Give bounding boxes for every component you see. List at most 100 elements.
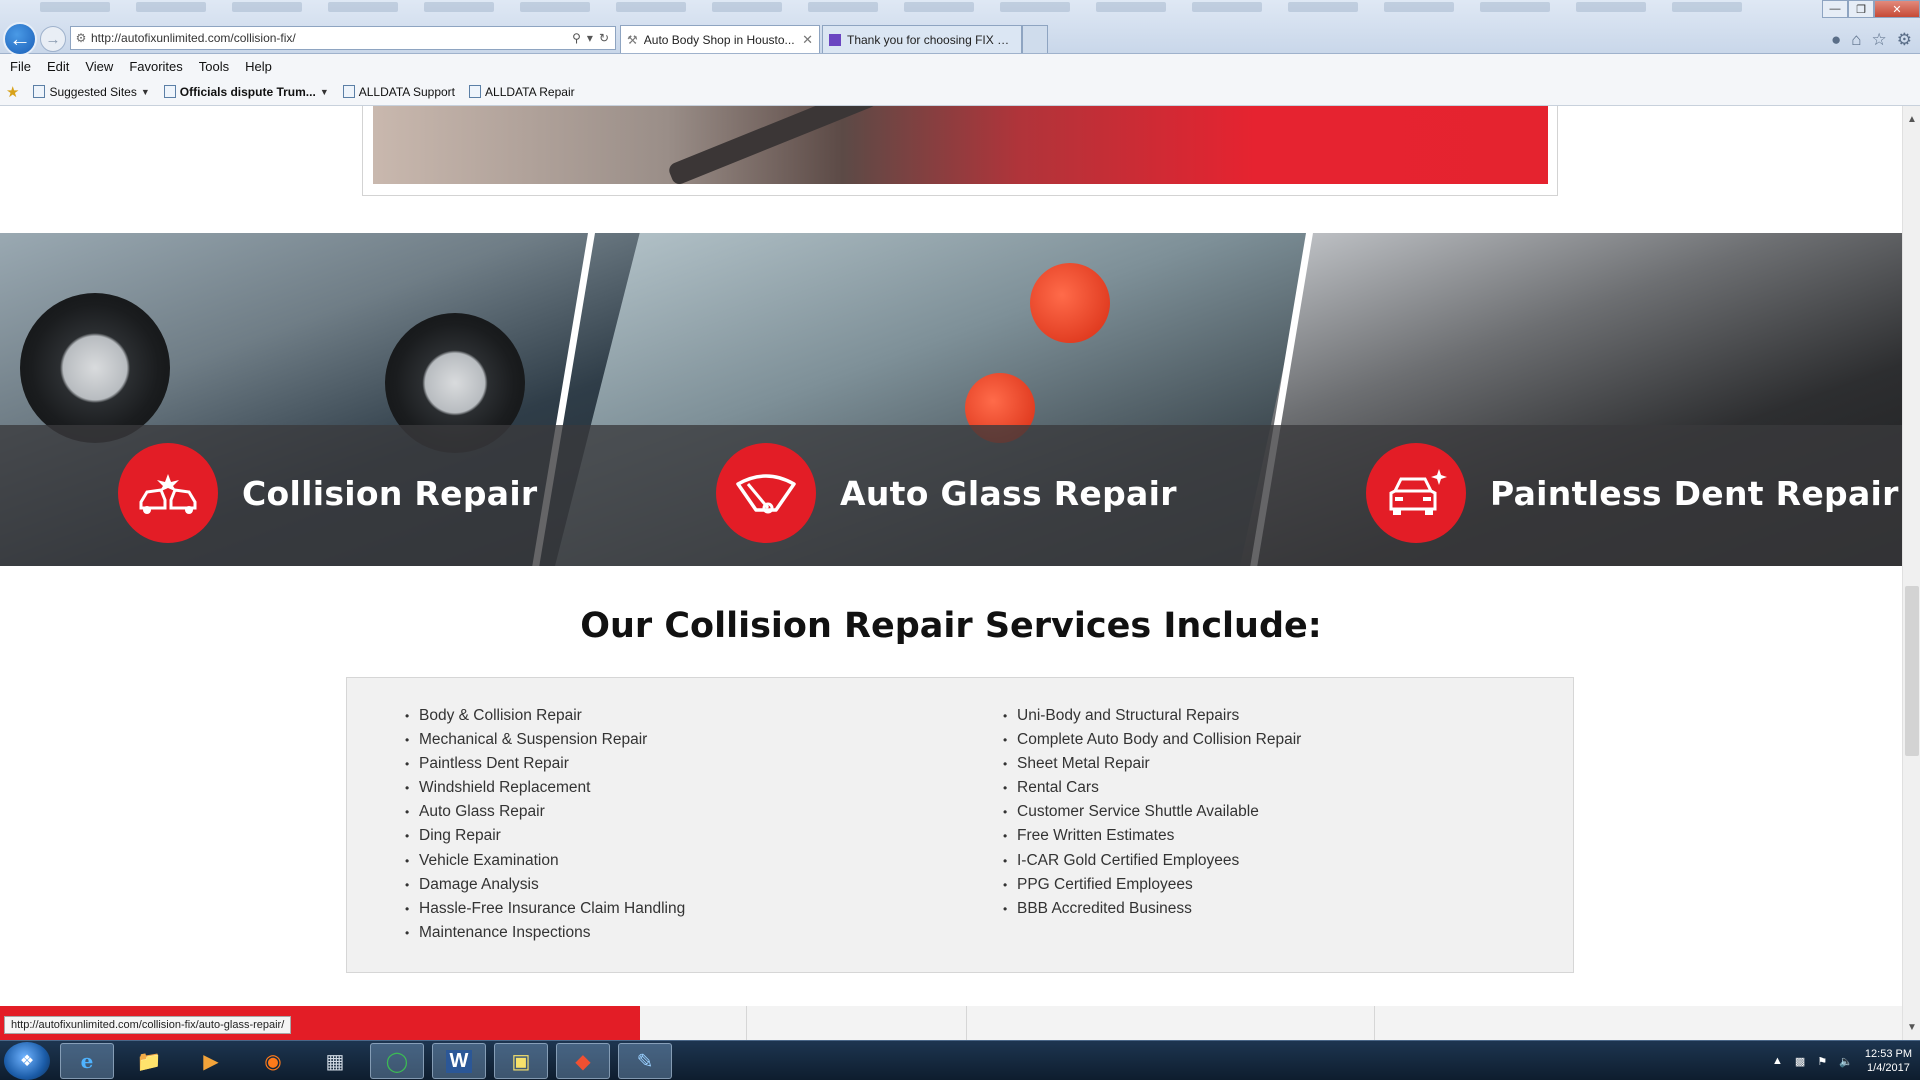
fav-label: ALLDATA Repair xyxy=(485,84,575,99)
list-item: Body & Collision Repair xyxy=(405,704,685,728)
fav-label: ALLDATA Support xyxy=(358,84,456,99)
services-list-right: Uni-Body and Structural Repairs Complete… xyxy=(1003,704,1301,921)
hero-image-frame xyxy=(362,106,1558,196)
forward-button[interactable]: → xyxy=(40,26,66,52)
calculator-icon[interactable]: ▦ xyxy=(308,1043,362,1079)
minimize-button[interactable]: — xyxy=(1822,0,1848,18)
list-item: Vehicle Examination xyxy=(405,849,685,873)
list-item: Ding Repair xyxy=(405,824,685,848)
menu-file[interactable]: File xyxy=(10,59,31,74)
paint-icon[interactable]: ✎ xyxy=(618,1043,672,1079)
fav-officials-dispute[interactable]: Officials dispute Trum... ▼ xyxy=(163,85,329,99)
menu-edit[interactable]: Edit xyxy=(47,59,69,74)
suction-cup-shape xyxy=(1030,263,1110,343)
list-item: Customer Service Shuttle Available xyxy=(1003,800,1301,824)
new-tab-button[interactable] xyxy=(1022,25,1048,53)
list-item: Maintenance Inspections xyxy=(405,921,685,945)
toolbar-right-icons: ● ⌂ ☆ ⚙ xyxy=(1831,30,1912,50)
scroll-up-icon[interactable]: ▲ xyxy=(1903,110,1920,128)
list-item: Sheet Metal Repair xyxy=(1003,752,1301,776)
services-list-box: Body & Collision Repair Mechanical & Sus… xyxy=(346,677,1574,973)
windows-logo-icon: ❖ xyxy=(19,1053,35,1070)
back-button[interactable]: ← xyxy=(3,22,37,56)
address-bar[interactable]: ⚙ ⚲ ▾ ↻ xyxy=(70,26,616,50)
tab-auto-body-shop[interactable]: ⚒ Auto Body Shop in Housto... ✕ xyxy=(620,25,820,53)
fav-label: Suggested Sites xyxy=(49,84,137,99)
windshield-wiper-icon xyxy=(716,443,816,543)
media-player-icon[interactable]: ▶ xyxy=(184,1043,238,1079)
scroll-thumb[interactable] xyxy=(1905,586,1919,756)
search-icon[interactable]: ⚲ xyxy=(572,31,581,45)
list-item: Windshield Replacement xyxy=(405,776,685,800)
file-explorer-icon[interactable]: 📁 xyxy=(122,1043,176,1079)
url-input[interactable] xyxy=(91,31,567,45)
volume-icon[interactable]: 🔈 xyxy=(1839,1055,1853,1068)
service-label: Paintless Dent Repair xyxy=(1490,473,1899,513)
page-viewport: Collision Repair Auto Glass Repair Paint… xyxy=(0,106,1902,1006)
favorites-bar: ★ Suggested Sites ▼ Officials dispute Tr… xyxy=(0,78,1920,106)
chevron-down-icon: ▼ xyxy=(319,86,329,97)
sticky-notes-icon[interactable]: ▣ xyxy=(494,1043,548,1079)
scroll-down-icon[interactable]: ▼ xyxy=(1903,1018,1920,1036)
fav-alldata-repair[interactable]: ALLDATA Repair xyxy=(469,85,575,99)
hero-spray-painting-image xyxy=(373,106,1548,184)
car-sparkle-icon xyxy=(1366,443,1466,543)
onenote-icon xyxy=(829,33,841,46)
favorites-star-icon[interactable]: ☆ xyxy=(1872,30,1887,50)
network-icon[interactable]: ▩ xyxy=(1795,1055,1805,1068)
dropdown-arrow-icon[interactable]: ▾ xyxy=(587,31,593,45)
service-auto-glass-repair[interactable]: Auto Glass Repair xyxy=(716,443,1177,543)
action-center-flag-icon[interactable]: ⚑ xyxy=(1817,1055,1827,1068)
refresh-icon[interactable]: ↻ xyxy=(599,31,609,45)
list-item: Free Written Estimates xyxy=(1003,824,1301,848)
show-hidden-icons-icon[interactable]: ▲ xyxy=(1772,1055,1783,1067)
chrome-icon[interactable]: ◯ xyxy=(370,1043,424,1079)
spray-gun-shape xyxy=(666,106,880,184)
list-item: Hassle-Free Insurance Claim Handling xyxy=(405,897,685,921)
tab-label: Thank you for choosing FIX Un... xyxy=(847,32,1015,47)
fav-suggested-sites[interactable]: Suggested Sites ▼ xyxy=(33,84,150,99)
home-icon[interactable]: ⌂ xyxy=(1851,30,1861,50)
service-label: Auto Glass Repair xyxy=(840,473,1177,513)
menu-view[interactable]: View xyxy=(85,59,113,74)
menu-tools[interactable]: Tools xyxy=(199,59,229,74)
tab-thank-you[interactable]: Thank you for choosing FIX Un... xyxy=(822,25,1022,53)
list-item: Uni-Body and Structural Repairs xyxy=(1003,704,1301,728)
list-item: BBB Accredited Business xyxy=(1003,897,1301,921)
section-divider xyxy=(1374,1006,1375,1040)
service-collision-repair[interactable]: Collision Repair xyxy=(118,443,538,543)
clock-date: 1/4/2017 xyxy=(1867,1062,1910,1074)
window-controls: — ❐ ✕ xyxy=(1822,0,1920,18)
git-icon[interactable]: ◆ xyxy=(556,1043,610,1079)
menu-favorites[interactable]: Favorites xyxy=(129,59,182,74)
start-button[interactable]: ❖ xyxy=(4,1042,50,1080)
firefox-icon[interactable]: ◉ xyxy=(246,1043,300,1079)
status-bar-link: http://autofixunlimited.com/collision-fi… xyxy=(4,1016,292,1034)
section-divider xyxy=(746,1006,747,1040)
background-tabs-strip xyxy=(40,2,1800,16)
wrench-icon: ⚒ xyxy=(627,32,638,47)
clock-time: 12:53 PM xyxy=(1864,1048,1912,1060)
menu-help[interactable]: Help xyxy=(245,59,272,74)
page-icon xyxy=(33,85,46,98)
back-arrow-icon: ← xyxy=(9,26,31,51)
page-icon xyxy=(163,85,176,98)
chevron-down-icon: ▼ xyxy=(140,86,150,97)
word-icon[interactable]: W xyxy=(432,1043,486,1079)
list-item: Rental Cars xyxy=(1003,776,1301,800)
fav-alldata-support[interactable]: ALLDATA Support xyxy=(342,84,456,99)
maximize-button[interactable]: ❐ xyxy=(1848,0,1874,18)
menu-bar: File Edit View Favorites Tools Help xyxy=(0,54,1920,78)
close-window-button[interactable]: ✕ xyxy=(1874,0,1920,18)
page-icon xyxy=(342,85,355,98)
close-tab-icon[interactable]: ✕ xyxy=(802,32,813,48)
skype-icon[interactable]: ● xyxy=(1831,30,1841,50)
settings-gear-icon[interactable]: ⚙ xyxy=(1897,30,1912,50)
internet-explorer-icon[interactable]: e xyxy=(60,1043,114,1079)
service-paintless-dent-repair[interactable]: Paintless Dent Repair xyxy=(1366,443,1899,543)
system-clock[interactable]: 12:53 PM 1/4/2017 xyxy=(1865,1047,1912,1075)
screen: ← → ⚙ ⚲ ▾ ↻ ⚒ Auto Body Shop in Housto..… xyxy=(0,0,1920,1080)
page-scrollbar[interactable]: ▲ ▼ xyxy=(1902,106,1920,1040)
add-favorites-star-icon[interactable]: ★ xyxy=(6,83,19,101)
list-item: Paintless Dent Repair xyxy=(405,752,685,776)
